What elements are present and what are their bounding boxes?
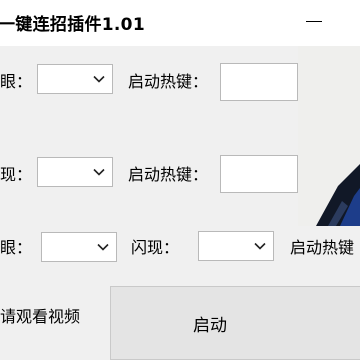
row3-dropdown[interactable]	[41, 232, 117, 262]
row2-dropdown[interactable]	[37, 157, 113, 187]
row1-hotkey-label: 启动热键：	[128, 72, 209, 91]
watch-video-link[interactable]: 请观看视频	[0, 306, 80, 328]
row2-hotkey-input[interactable]	[220, 155, 298, 193]
window-title: 一键连招插件1.01	[0, 15, 145, 35]
chevron-down-icon	[97, 243, 109, 251]
video-preview	[298, 46, 360, 226]
minimize-icon	[306, 21, 322, 22]
start-button[interactable]: 启动	[110, 286, 360, 360]
chevron-down-icon	[254, 242, 266, 250]
row2-label: 现：	[0, 165, 33, 184]
preview-image	[298, 46, 360, 226]
row3-hotkey-label: 启动热键	[290, 238, 355, 257]
row3-flash-label: 闪现：	[131, 238, 180, 257]
row2-hotkey-label: 启动热键：	[128, 165, 209, 184]
row1-hotkey-input[interactable]	[220, 63, 298, 101]
title-bar: 一键连招插件1.01	[0, 0, 360, 46]
chevron-down-icon	[93, 168, 105, 176]
row3-flash-dropdown[interactable]	[198, 231, 274, 261]
chevron-down-icon	[93, 75, 105, 83]
row3-label: 眼：	[0, 238, 33, 257]
minimize-button[interactable]	[300, 10, 330, 32]
row1-dropdown[interactable]	[37, 64, 113, 94]
row1-label: 眼：	[0, 72, 33, 91]
